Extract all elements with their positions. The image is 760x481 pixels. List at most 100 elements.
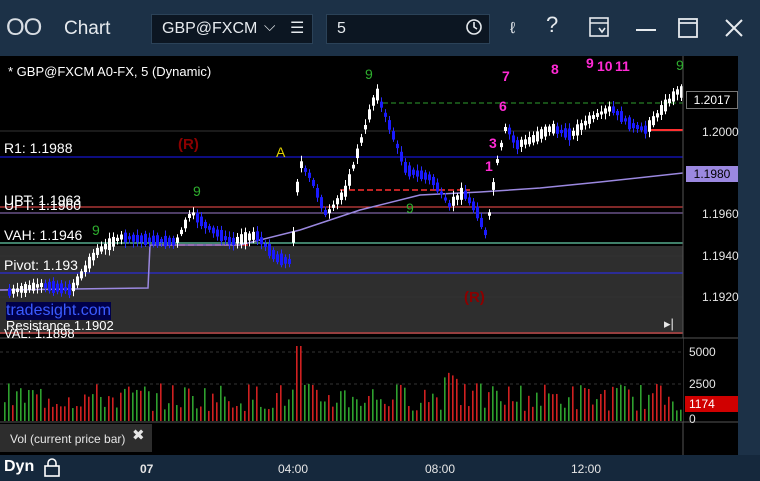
volume-bar: [368, 395, 370, 421]
help-icon[interactable]: ?: [546, 12, 558, 38]
candle-body: [296, 181, 299, 193]
volume-bar: [340, 391, 342, 421]
volume-bar: [108, 396, 110, 421]
volume-bar: [532, 406, 534, 421]
volume-bar: [164, 409, 166, 421]
volume-bar: [44, 407, 46, 421]
volume-bar: [560, 403, 562, 421]
draw-tool-icon[interactable]: ℓ: [510, 20, 515, 38]
candle-body: [612, 106, 615, 113]
candle-body: [532, 135, 535, 143]
candle-body: [264, 243, 267, 248]
candle-body: [468, 197, 471, 204]
candle-body: [216, 229, 219, 237]
candle-body: [496, 159, 499, 163]
candle-body: [156, 235, 159, 246]
candle-body: [556, 126, 559, 134]
symbol-selector[interactable]: GBP@FXCM ⌵ ☰: [151, 14, 313, 44]
volume-bar: [8, 383, 10, 421]
volume-indicator-label[interactable]: Vol (current price bar): [0, 424, 152, 452]
period-selector[interactable]: 5: [326, 14, 490, 44]
candle-body: [508, 127, 511, 135]
volume-bar: [132, 392, 134, 421]
candle-body: [160, 238, 163, 243]
volume-bar: [504, 404, 506, 421]
volume-bar: [444, 377, 446, 421]
close-window-icon[interactable]: [724, 18, 744, 38]
symbol-menu-icon[interactable]: ☰: [290, 18, 304, 38]
volume-bar: [68, 397, 70, 421]
volume-bar: [384, 403, 386, 421]
minimize-icon[interactable]: [636, 28, 656, 32]
candle-body: [416, 170, 419, 177]
volume-bar: [128, 386, 130, 421]
price-tick: 1.2000: [702, 125, 739, 139]
upt-label: UPT: 1.1960: [4, 197, 82, 213]
volume-bar: [336, 402, 338, 421]
candle-body: [500, 142, 503, 148]
candle-body: [108, 238, 111, 251]
candle-body: [368, 109, 371, 120]
candle-body: [568, 128, 571, 141]
candle-body: [80, 271, 83, 279]
volume-bar: [616, 388, 618, 421]
candle-body: [352, 164, 355, 169]
volume-bar: [316, 389, 318, 421]
candle-body: [404, 161, 407, 173]
time-axis[interactable]: [0, 455, 760, 481]
volume-bar: [196, 408, 198, 421]
volume-bar: [276, 393, 278, 421]
volume-bar: [20, 388, 22, 421]
template-icon[interactable]: [588, 16, 610, 38]
chevron-down-icon[interactable]: ⌵: [264, 18, 275, 35]
candle-body: [196, 212, 199, 223]
maximize-icon[interactable]: [678, 18, 698, 38]
candle-body: [272, 250, 275, 260]
candle-body: [344, 185, 347, 197]
candle-body: [260, 237, 263, 245]
a-marker: A: [276, 144, 286, 160]
candle-body: [448, 203, 451, 207]
candle-body: [544, 126, 547, 137]
candle-body: [116, 237, 119, 242]
volume-bar: [620, 384, 622, 421]
candle-body: [664, 99, 667, 112]
volume-bar: [440, 409, 442, 421]
candle-body: [492, 182, 495, 190]
td-green-9a: 9: [365, 66, 373, 82]
price-tick: 1.1960: [702, 207, 739, 221]
close-icon[interactable]: ✖: [132, 426, 145, 444]
candle-body: [88, 256, 91, 269]
scroll-to-end-icon[interactable]: ▸|: [664, 316, 674, 332]
lock-icon[interactable]: [43, 457, 61, 477]
candle-body: [16, 288, 19, 293]
price-chart[interactable]: [0, 56, 760, 481]
volume-bar: [92, 394, 94, 421]
clock-icon[interactable]: [465, 18, 483, 36]
volume-bar: [512, 401, 514, 421]
volume-bar: [536, 392, 538, 421]
volume-bar: [528, 395, 530, 421]
candle-body: [64, 287, 67, 291]
candle-body: [316, 187, 319, 198]
window-title: Chart: [64, 18, 111, 39]
candle-body: [312, 179, 315, 186]
candle-body: [552, 123, 555, 134]
candle-body: [192, 212, 195, 216]
app-icon[interactable]: OO: [6, 14, 42, 42]
volume-bar: [540, 405, 542, 421]
volume-bar: [464, 384, 466, 421]
volume-bar: [184, 387, 186, 421]
volume-bar: [428, 402, 430, 421]
volume-bar: [80, 406, 82, 421]
volume-bar: [224, 396, 226, 421]
volume-bar: [648, 394, 650, 421]
symbol-value[interactable]: GBP@FXCM: [162, 20, 258, 38]
volume-bar: [472, 390, 474, 421]
dynamic-mode-label[interactable]: Dyn: [4, 458, 34, 476]
candle-body: [540, 129, 543, 139]
period-value[interactable]: 5: [337, 20, 346, 38]
candle-body: [20, 286, 23, 293]
candle-body: [460, 187, 463, 200]
volume-bar: [380, 399, 382, 421]
